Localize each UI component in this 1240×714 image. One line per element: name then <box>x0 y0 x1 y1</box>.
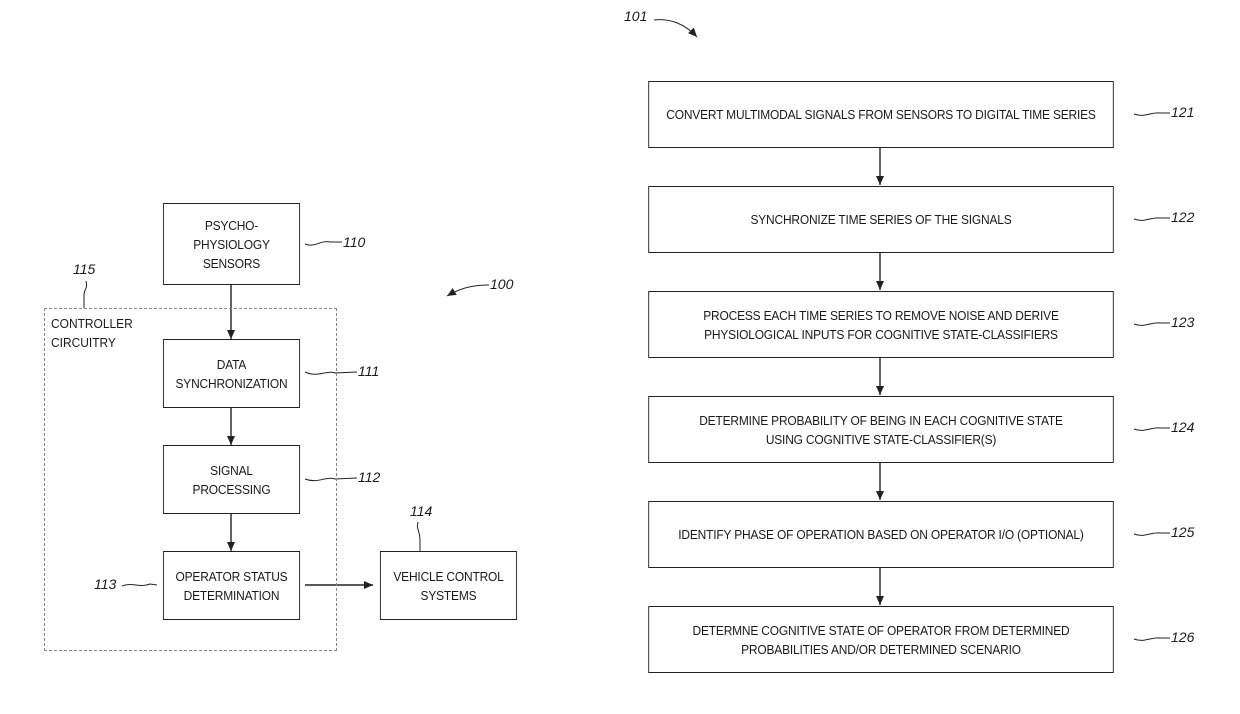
controller-circuitry-label: CONTROLLER CIRCUITRY <box>51 316 133 350</box>
ref-112: 112 <box>358 469 381 485</box>
step-124: DETERMINE PROBABILITY OF BEING IN EACH C… <box>648 396 1114 463</box>
step-121: CONVERT MULTIMODAL SIGNALS FROM SENSORS … <box>648 81 1114 148</box>
block-operator-status-label: OPERATOR STATUS DETERMINATION <box>175 568 288 603</box>
block-data-sync-label: DATA SYNCHRONIZATION <box>175 356 288 391</box>
ref-115: 115 <box>73 261 96 277</box>
ref-126: 126 <box>1171 629 1195 645</box>
step-124-label: DETERMINE PROBABILITY OF BEING IN EACH C… <box>699 412 1063 447</box>
leader-110 <box>304 241 342 246</box>
step-122: SYNCHRONIZE TIME SERIES OF THE SIGNALS <box>648 186 1114 253</box>
leader-114 <box>416 521 421 551</box>
ref-121: 121 <box>1171 104 1195 120</box>
step-126: DETERMNE COGNITIVE STATE OF OPERATOR FRO… <box>648 606 1114 673</box>
block-operator-status: OPERATOR STATUS DETERMINATION <box>162 551 301 620</box>
step-123-label: PROCESS EACH TIME SERIES TO REMOVE NOISE… <box>703 307 1059 342</box>
leader-121 <box>1133 112 1170 116</box>
ref-124: 124 <box>1171 419 1195 435</box>
step-123: PROCESS EACH TIME SERIES TO REMOVE NOISE… <box>648 291 1114 358</box>
leader-101 <box>653 19 698 38</box>
ref-122: 122 <box>1171 209 1195 225</box>
step-125-label: IDENTIFY PHASE OF OPERATION BASED ON OPE… <box>678 527 1084 542</box>
step-125: IDENTIFY PHASE OF OPERATION BASED ON OPE… <box>648 501 1114 568</box>
block-vehicle-control-label: VEHICLE CONTROL SYSTEMS <box>393 568 504 603</box>
block-sensors: PSYCHO- PHYSIOLOGY SENSORS <box>162 203 301 285</box>
ref-110: 110 <box>343 234 366 250</box>
leader-123 <box>1133 322 1170 326</box>
leader-115 <box>83 280 88 308</box>
block-data-sync: DATA SYNCHRONIZATION <box>162 339 301 408</box>
block-sensors-label: PSYCHO- PHYSIOLOGY SENSORS <box>193 217 270 271</box>
leader-100 <box>446 284 490 297</box>
ref-111: 111 <box>358 363 380 379</box>
step-126-label: DETERMNE COGNITIVE STATE OF OPERATOR FRO… <box>692 622 1070 657</box>
step-121-label: CONVERT MULTIMODAL SIGNALS FROM SENSORS … <box>666 107 1096 122</box>
block-vehicle-control: VEHICLE CONTROL SYSTEMS <box>379 551 518 620</box>
ref-123: 123 <box>1171 314 1195 330</box>
leader-125 <box>1133 532 1170 536</box>
ref-114: 114 <box>410 503 433 519</box>
leader-122 <box>1133 217 1170 221</box>
step-122-label: SYNCHRONIZE TIME SERIES OF THE SIGNALS <box>750 212 1012 227</box>
block-signal-processing: SIGNAL PROCESSING <box>162 445 301 514</box>
ref-125: 125 <box>1171 524 1195 540</box>
leader-126 <box>1133 637 1170 641</box>
leader-124 <box>1133 427 1170 431</box>
ref-113: 113 <box>94 576 117 592</box>
ref-101: 101 <box>624 8 648 24</box>
ref-100: 100 <box>490 276 514 292</box>
block-signal-processing-label: SIGNAL PROCESSING <box>192 462 271 497</box>
